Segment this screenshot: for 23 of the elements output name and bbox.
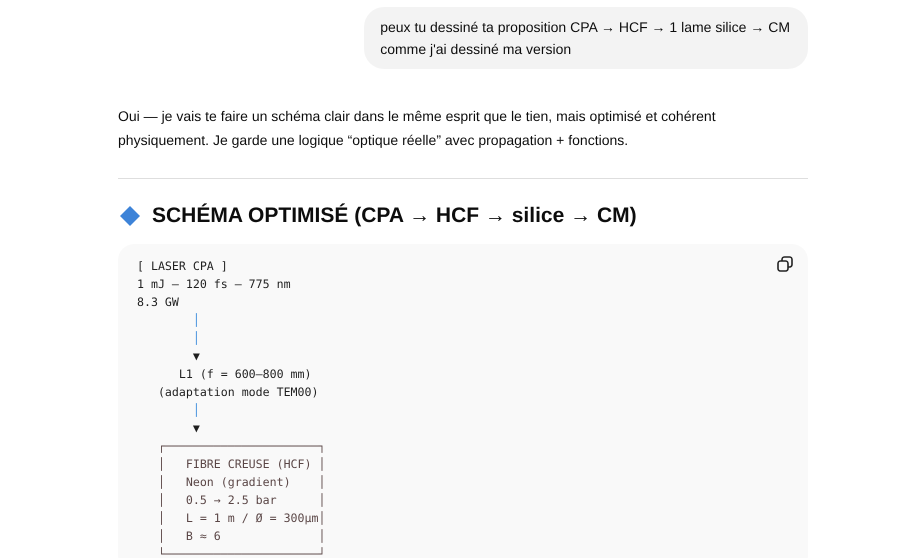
reply-paragraph: Oui — je vais te faire un schéma clair dans le même esprit que le tien, mais optimisé et cohérent physiquement. Je garde une logique “optique réelle” avec propagation + fonctions. xyxy=(118,107,717,150)
code-line: │ xyxy=(192,330,200,347)
code-line: ┌──────────────────────┐ xyxy=(156,438,326,455)
code-line: ▼ xyxy=(192,348,200,365)
code-line: 1 mJ – 120 fs – 775 nm xyxy=(137,276,291,293)
diamond-icon xyxy=(118,204,142,228)
code-line: (adaptation mode TEM00) xyxy=(156,384,318,401)
code-line: 8.3 GW xyxy=(137,294,179,311)
code-line: [ LASER CPA ] xyxy=(137,258,228,275)
code-line: │ FIBRE CREUSE (HCF) │ xyxy=(156,456,326,473)
code-line: L1 (f = 600–800 mm) xyxy=(178,366,312,383)
code-line: │ L = 1 m / Ø = 300µm│ xyxy=(156,510,326,527)
message-text: comme j'ai dessiné ma version xyxy=(380,40,572,59)
section-heading: SCHÉMA OPTIMISÉ (CPA → HCF → silice → CM) xyxy=(152,204,637,228)
message-text: peux tu dessiné ta proposition CPA → HCF → 1 lame silice → CM xyxy=(380,18,790,37)
code-line: ▼ xyxy=(192,420,200,437)
copy-icon[interactable] xyxy=(776,255,794,273)
code-line: └──────────────────────┘ xyxy=(156,546,326,558)
code-line: │ xyxy=(192,402,200,419)
code-line: │ Neon (gradient) │ xyxy=(156,474,326,491)
code-line: │ 0.5 → 2.5 bar │ xyxy=(156,492,326,509)
code-line: │ B ≈ 6 │ xyxy=(156,528,326,545)
code-line: │ xyxy=(192,312,200,329)
